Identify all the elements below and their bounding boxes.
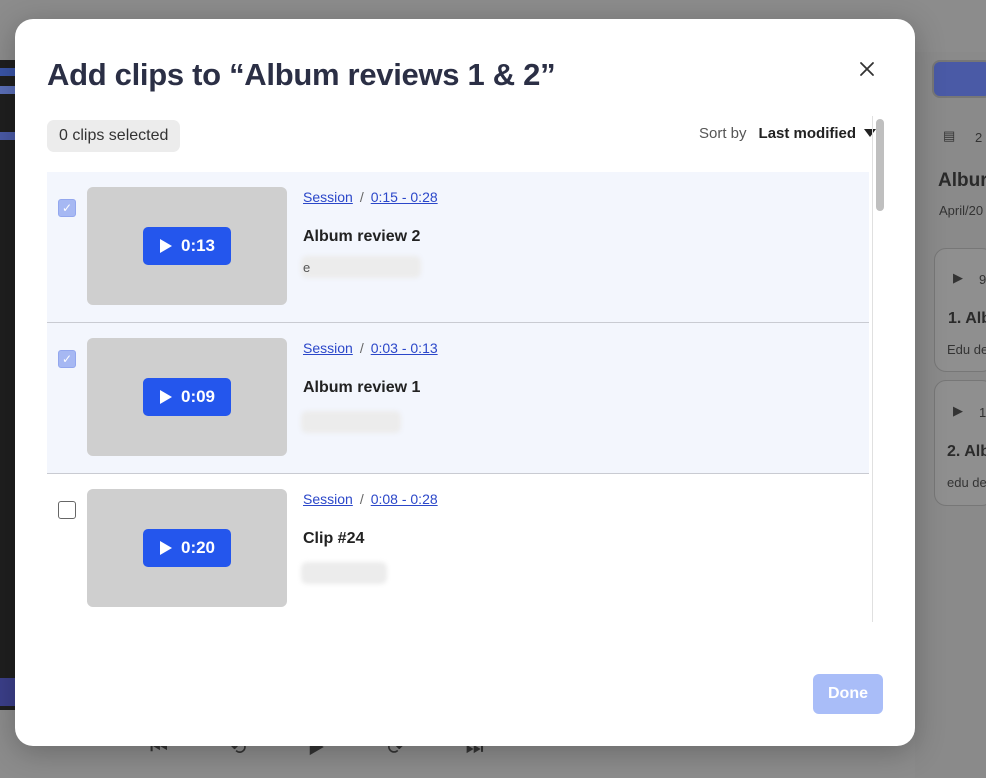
background-card-2-play-icon: ▶ xyxy=(953,403,963,418)
clip-duration: 0:13 xyxy=(180,236,216,255)
background-date: April/20 xyxy=(939,203,984,218)
close-button[interactable] xyxy=(853,55,881,83)
modal-title: Add clips to “Album reviews 1 & 2” xyxy=(47,57,556,92)
close-icon xyxy=(860,62,874,76)
add-clips-modal: Add clips to “Album reviews 1 & 2” 0 cli… xyxy=(15,19,915,746)
clip-thumbnail[interactable]: 0:20 xyxy=(87,489,287,607)
clip-source-link[interactable]: Session xyxy=(303,189,353,205)
play-icon xyxy=(159,390,172,404)
clip-source-link[interactable]: Session xyxy=(303,491,353,507)
clip-title: Album review 1 xyxy=(303,379,421,396)
clip-list: ✓ 0:13 Session/0:15 - 0:28 Album review … xyxy=(47,172,869,622)
background-card-2-title: 2. Alb xyxy=(947,443,986,460)
clip-title: Clip #24 xyxy=(303,530,365,547)
clip-checkbox[interactable]: ✓ xyxy=(58,199,76,217)
clip-thumbnail[interactable]: 0:13 xyxy=(87,187,287,305)
clip-title: Album review 2 xyxy=(303,228,421,245)
play-icon xyxy=(159,239,172,253)
background-card-1-title: 1. Alb xyxy=(948,310,986,327)
checkmark-icon: ✓ xyxy=(61,201,73,215)
clip-range-link[interactable]: 0:15 - 0:28 xyxy=(371,189,438,205)
clip-source-link[interactable]: Session xyxy=(303,340,353,356)
done-button[interactable]: Done xyxy=(813,674,883,714)
selected-count-badge: 0 clips selected xyxy=(47,120,181,152)
background-title: Albur xyxy=(938,170,986,191)
clip-range-link[interactable]: 0:08 - 0:28 xyxy=(371,491,438,507)
background-clips-icon: ▤ xyxy=(943,128,956,143)
clip-row[interactable]: ✓ 0:09 Session/0:03 - 0:13 Album review … xyxy=(47,323,869,474)
clip-description-redacted xyxy=(301,411,401,433)
background-card-2-time: 1 xyxy=(979,405,986,420)
play-icon xyxy=(159,541,172,555)
clip-meta: Session/0:03 - 0:13 xyxy=(303,340,438,356)
checkmark-icon: ✓ xyxy=(61,352,73,366)
background-card-2-desc: edu de xyxy=(947,475,986,490)
play-button[interactable]: 0:09 xyxy=(143,378,231,416)
play-button[interactable]: 0:13 xyxy=(143,227,231,265)
background-card-1-time: 9 xyxy=(979,272,986,287)
sort-control: Sort by Last modified xyxy=(699,125,877,142)
background-video-panel xyxy=(0,60,15,710)
play-button[interactable]: 0:20 xyxy=(143,529,231,567)
sort-label: Sort by xyxy=(699,125,747,142)
background-primary-button xyxy=(932,60,986,98)
sort-dropdown[interactable]: Last modified xyxy=(759,125,857,142)
clip-checkbox[interactable] xyxy=(58,501,76,519)
clip-list-scrollbar[interactable] xyxy=(872,116,886,622)
clip-range-link[interactable]: 0:03 - 0:13 xyxy=(371,340,438,356)
scrollbar-thumb[interactable] xyxy=(876,119,884,211)
clip-row[interactable]: 0:20 Session/0:08 - 0:28 Clip #24 xyxy=(47,474,869,622)
clip-meta: Session/0:08 - 0:28 xyxy=(303,491,438,507)
clip-row[interactable]: ✓ 0:13 Session/0:15 - 0:28 Album review … xyxy=(47,172,869,323)
clip-duration: 0:20 xyxy=(180,538,216,557)
background-card-1-desc: Edu de xyxy=(947,342,986,357)
background-toolbar xyxy=(0,678,15,706)
clip-meta: Session/0:15 - 0:28 xyxy=(303,189,438,205)
background-count: 2 xyxy=(975,130,983,145)
clip-description: e xyxy=(303,260,311,275)
clip-description-redacted xyxy=(301,256,421,278)
clip-description-redacted xyxy=(301,562,387,584)
clip-duration: 0:09 xyxy=(180,387,216,406)
clip-checkbox[interactable]: ✓ xyxy=(58,350,76,368)
background-card-1-play-icon: ▶ xyxy=(953,270,963,285)
clip-thumbnail[interactable]: 0:09 xyxy=(87,338,287,456)
